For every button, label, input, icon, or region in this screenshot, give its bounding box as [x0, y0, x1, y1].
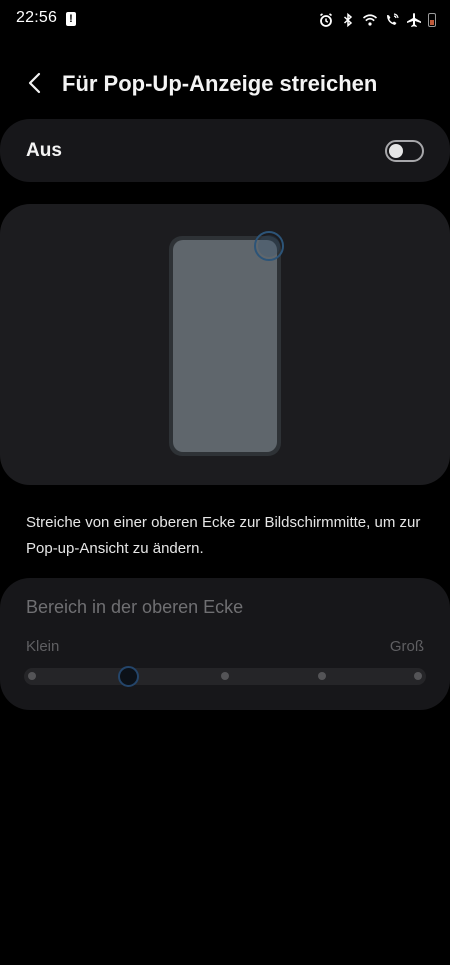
settings-page: 22:56 ! Für Pop-Up-Anzeige streichen Aus…: [0, 0, 450, 965]
wifi-icon: [362, 14, 378, 26]
status-bar: 22:56 !: [0, 0, 450, 40]
description-text: Streiche von einer oberen Ecke zur Bilds…: [26, 514, 421, 557]
alert-icon: !: [66, 12, 76, 26]
wifi-calling-icon: [387, 13, 399, 25]
phone-screen: [173, 240, 277, 452]
preview-card: [0, 204, 450, 485]
toggle-row[interactable]: Aus: [0, 119, 450, 182]
battery-icon: [428, 13, 436, 27]
slider-min-label: Klein: [26, 638, 60, 655]
page-title: Für Pop-Up-Anzeige streichen: [62, 71, 378, 96]
status-time: 22:56: [16, 9, 58, 26]
airplane-icon: [407, 13, 421, 27]
chevron-left-icon: [28, 72, 41, 94]
slider-thumb[interactable]: [118, 666, 139, 687]
swipe-illustration: [169, 231, 284, 456]
slider-title: Bereich in der oberen Ecke: [26, 597, 244, 617]
toggle-label: Aus: [26, 140, 62, 161]
switch-knob: [389, 144, 403, 158]
header: Für Pop-Up-Anzeige streichen: [0, 60, 450, 110]
back-button[interactable]: [18, 66, 52, 100]
corner-touch-fill: [258, 235, 280, 257]
slider-step-3[interactable]: [221, 672, 229, 680]
slider-step-5[interactable]: [414, 672, 422, 680]
slider-max-label: Groß: [389, 638, 424, 655]
feature-switch[interactable]: [385, 140, 424, 162]
slider-step-4[interactable]: [318, 672, 326, 680]
status-icons: [318, 10, 436, 30]
alarm-icon: [319, 13, 333, 27]
bluetooth-icon: [343, 12, 353, 28]
slider-step-1[interactable]: [28, 672, 36, 680]
